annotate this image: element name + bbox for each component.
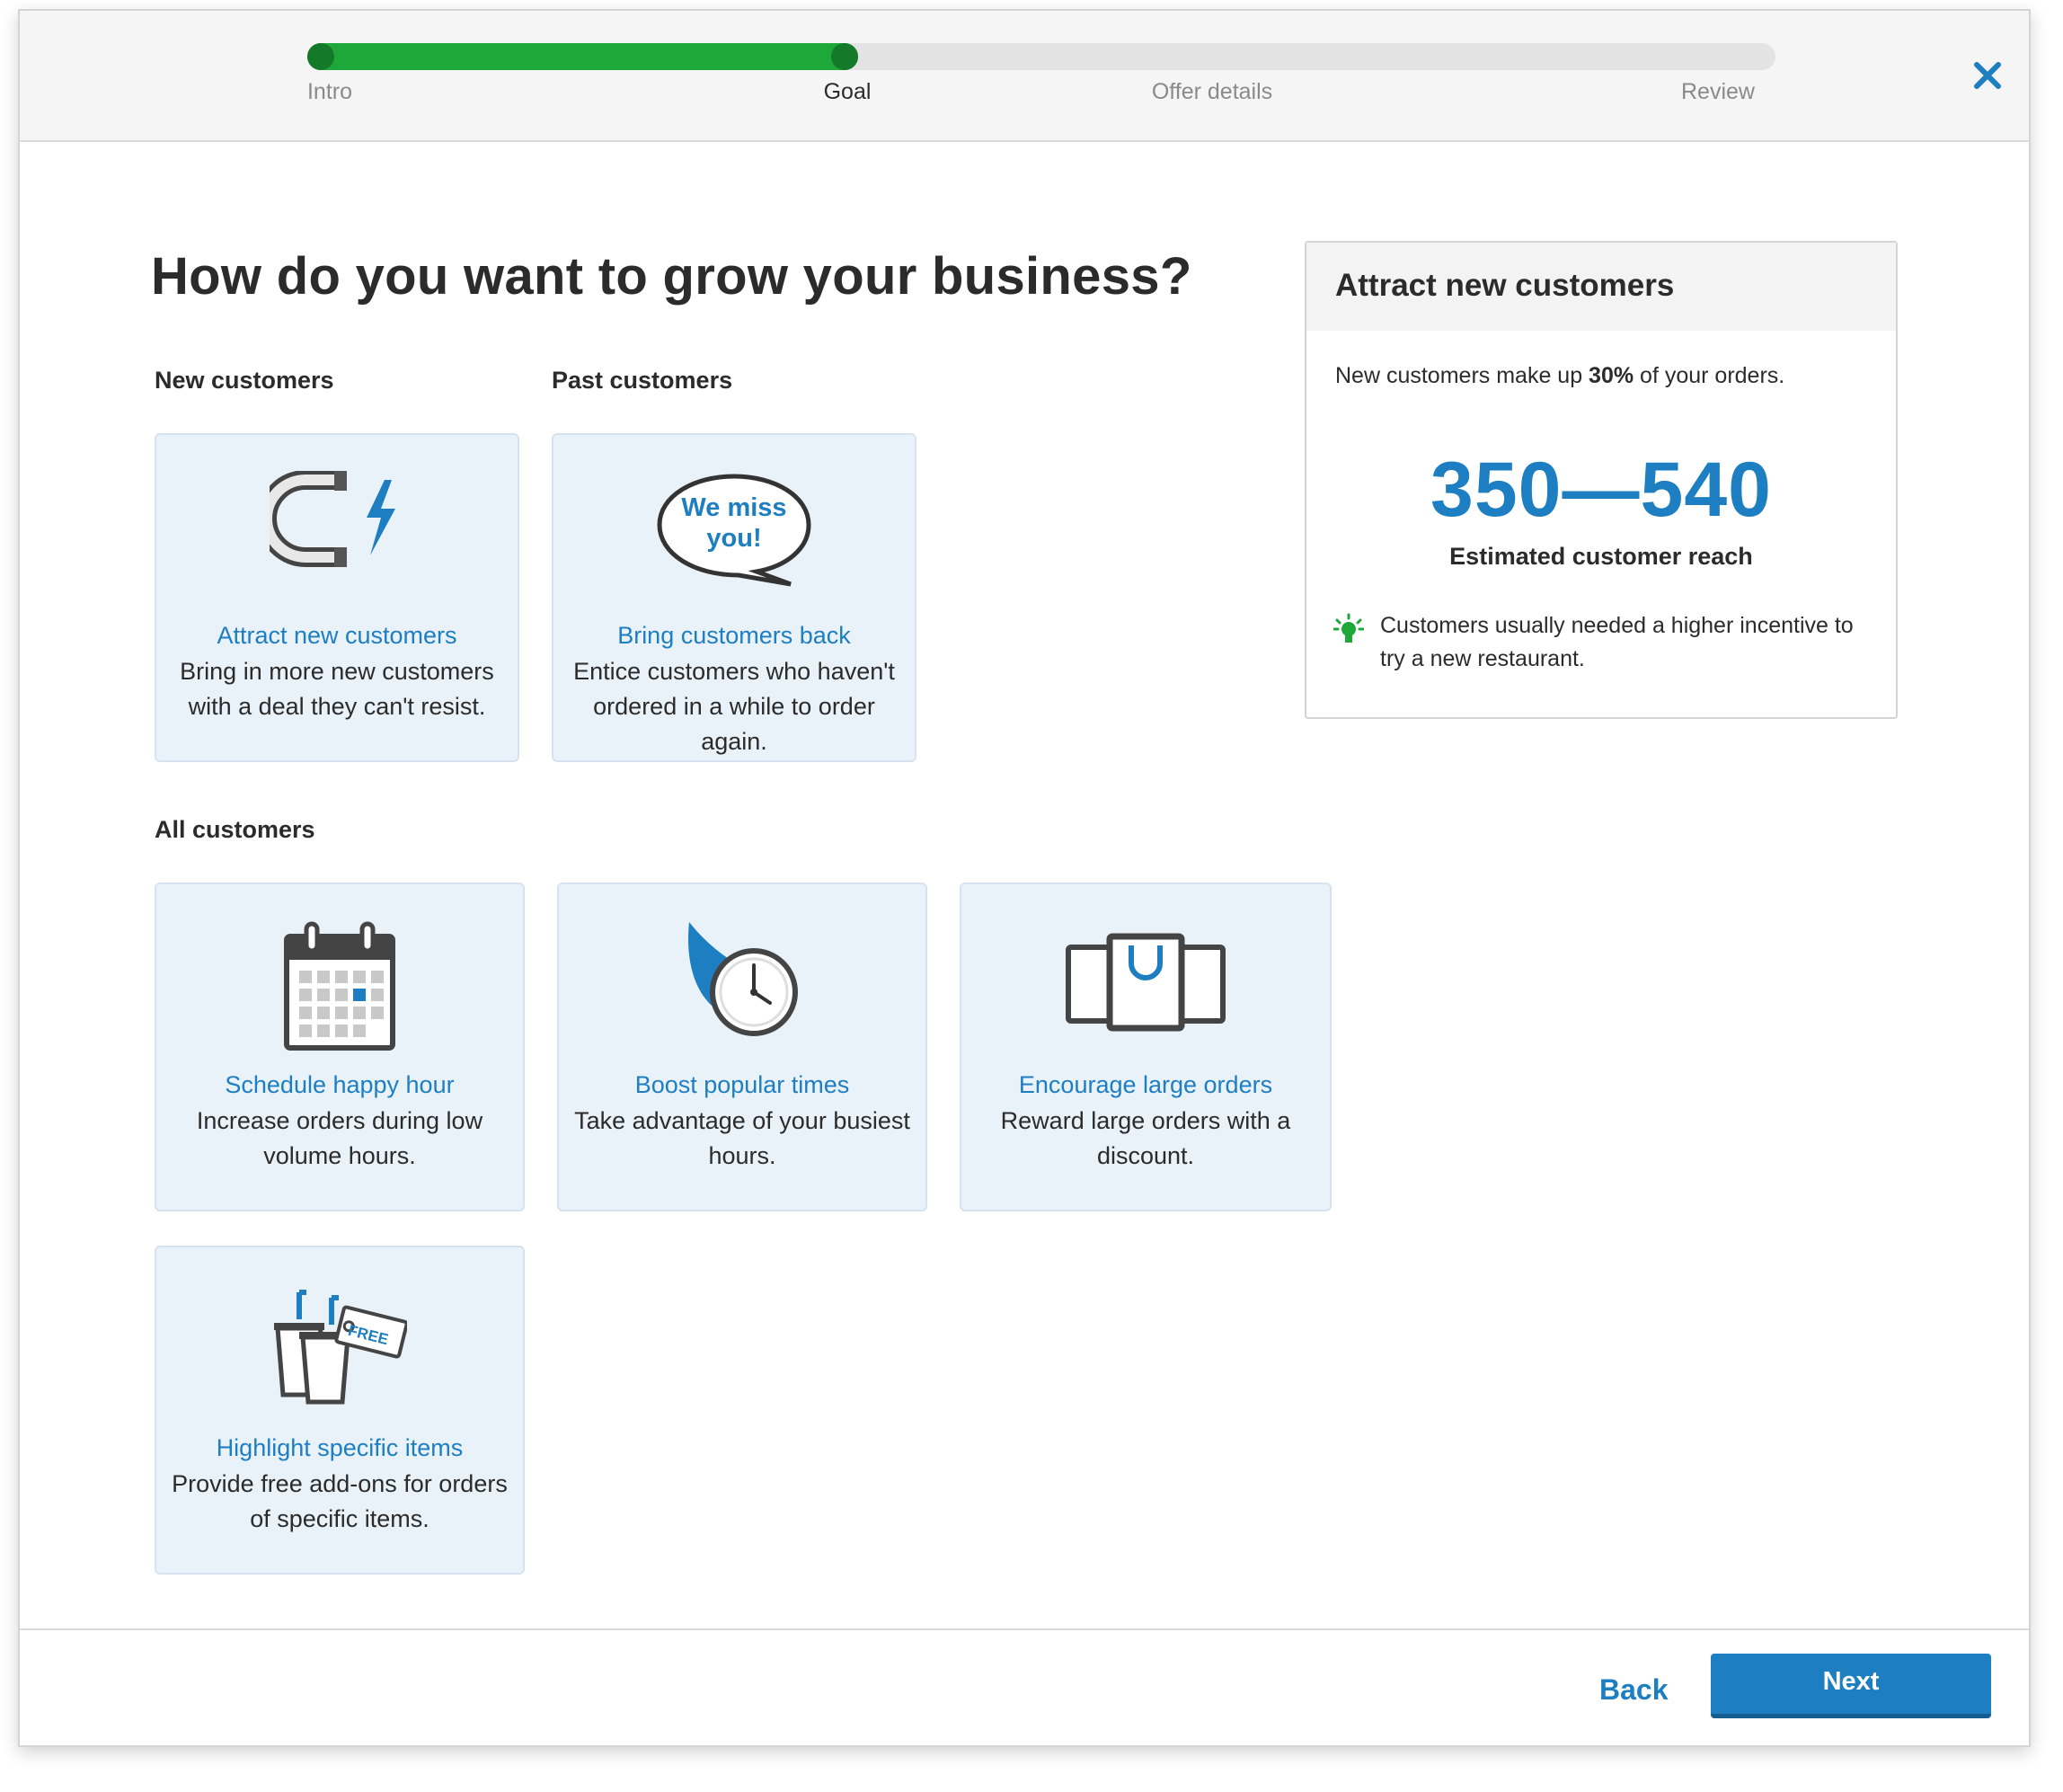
card-title: Schedule happy hour (225, 1071, 455, 1098)
free-tag-cups-icon: FREE (272, 1289, 409, 1410)
estimated-reach-value: 350—540 (1430, 447, 1772, 533)
card-title: Boost popular times (634, 1071, 850, 1098)
card-encourage-large-orders[interactable]: Encourage large orders Reward large orde… (960, 883, 1332, 1211)
card-description: Reward large orders with a discount. (1000, 1107, 1291, 1169)
card-boost-popular-times[interactable]: Boost popular times Take advantage of yo… (557, 883, 927, 1211)
magnet-lightning-icon (257, 470, 404, 574)
page-title: How do you want to grow your business? (151, 247, 1192, 306)
estimated-reach-label: Estimated customer reach (1449, 543, 1753, 570)
section-new-customers: New customers (155, 367, 334, 394)
card-description: Bring in more new customers with a deal … (180, 658, 494, 720)
progress-fill (307, 43, 858, 70)
fast-clock-icon (684, 922, 801, 1043)
goal-summary-panel: Attract new customers New customers make… (1305, 241, 1898, 719)
section-past-customers: Past customers (552, 367, 733, 394)
modal-dialog: Intro Goal Offer details Review How do y… (18, 9, 2031, 1747)
footer-bar: Back Next (20, 1628, 2029, 1745)
icon-text-you: you! (706, 524, 762, 553)
card-description: Increase orders during low volume hours. (196, 1107, 483, 1169)
tip-text: Customers usually needed a higher incent… (1380, 613, 1854, 671)
calendar-icon (283, 920, 396, 1056)
back-button[interactable]: Back (1599, 1673, 1669, 1707)
card-attract-new-customers[interactable]: Attract new customers Bring in more new … (155, 433, 519, 762)
progress-track (307, 43, 1775, 70)
panel-text-after: of your orders. (1634, 363, 1785, 388)
step-offer-details: Offer details (1151, 79, 1273, 104)
card-bring-customers-back[interactable]: We miss you! Bring customers back Entice… (552, 433, 916, 762)
step-intro: Intro (306, 79, 353, 104)
speech-bubble-icon: We miss you! (649, 469, 819, 599)
card-description: Provide free add-ons for orders of speci… (172, 1470, 508, 1532)
progress-header: Intro Goal Offer details Review (20, 11, 2029, 142)
panel-title: Attract new customers (1306, 243, 1896, 331)
shopping-bags-icon (1065, 933, 1226, 1036)
step-goal: Goal (823, 79, 872, 104)
card-schedule-happy-hour[interactable]: Schedule happy hour Increase orders duri… (155, 883, 525, 1211)
progress-dot-intro (307, 43, 334, 70)
card-title: Highlight specific items (216, 1434, 464, 1461)
lightbulb-icon (1333, 613, 1365, 653)
panel-text-before: New customers make up (1335, 363, 1589, 388)
icon-text-we-miss: We miss (681, 493, 787, 522)
close-icon[interactable] (1970, 58, 2005, 93)
card-title: Bring customers back (617, 622, 851, 649)
card-title: Attract new customers (217, 622, 457, 649)
panel-description: New customers make up 30% of your orders… (1335, 363, 1784, 389)
card-title: Encourage large orders (1018, 1071, 1273, 1098)
section-all-customers: All customers (155, 816, 315, 843)
step-review: Review (1681, 79, 1755, 104)
card-description: Take advantage of your busiest hours. (574, 1107, 910, 1169)
card-highlight-specific-items[interactable]: FREE Highlight specific items Provide fr… (155, 1246, 525, 1575)
progress-dot-current (831, 43, 858, 70)
next-button[interactable]: Next (1711, 1654, 1991, 1718)
panel-percent: 30% (1589, 363, 1634, 388)
card-description: Entice customers who haven't ordered in … (573, 658, 895, 755)
